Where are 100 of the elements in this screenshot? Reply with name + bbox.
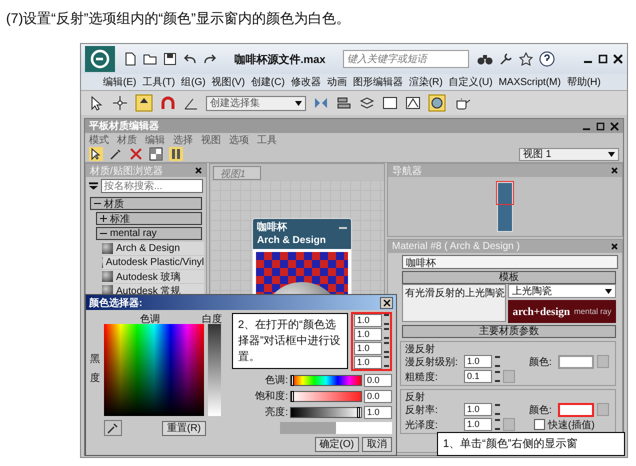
whiteness-bar[interactable] <box>208 324 221 416</box>
color-slider[interactable] <box>290 406 362 418</box>
menu-item[interactable]: 视图(V) <box>212 75 245 89</box>
menu-item[interactable]: 工具(T) <box>142 75 176 89</box>
menu-item[interactable]: 编辑 <box>145 132 165 146</box>
close-icon[interactable] <box>610 122 619 130</box>
cancel-button[interactable]: 取消 <box>362 437 392 452</box>
layout-icon[interactable] <box>169 147 183 161</box>
eyedropper-button[interactable] <box>104 420 122 436</box>
mirror-icon[interactable] <box>313 95 329 111</box>
save-icon[interactable] <box>163 52 177 66</box>
checkbox[interactable] <box>534 419 545 430</box>
star-icon[interactable] <box>519 52 533 66</box>
expand-toggle-icon[interactable] <box>94 200 101 207</box>
menu-item[interactable]: 组(G) <box>181 75 206 89</box>
slider-thumb[interactable] <box>356 406 360 418</box>
open-folder-icon[interactable] <box>143 52 157 66</box>
template-dropdown[interactable]: 上光陶瓷 <box>508 284 616 298</box>
search-field[interactable]: 按名称搜索... <box>101 179 203 193</box>
rollout-header[interactable]: 主要材质参数 <box>402 325 616 338</box>
material-editor-icon[interactable] <box>428 94 446 112</box>
hue-spectrum[interactable] <box>104 324 204 416</box>
viewport-frame[interactable] <box>496 181 514 205</box>
menu-item[interactable]: 动画 <box>326 75 347 89</box>
undo-icon[interactable] <box>183 52 197 66</box>
dropdown-arrow-icon[interactable] <box>295 100 302 106</box>
pick-tool-icon[interactable] <box>89 147 103 161</box>
color-swatch[interactable] <box>558 354 594 368</box>
menu-item[interactable]: 自定义(U) <box>448 75 493 89</box>
group-header[interactable]: 材质 <box>90 197 202 210</box>
move-tool-icon[interactable] <box>112 95 128 111</box>
close-icon[interactable] <box>613 54 623 64</box>
menu-item[interactable]: 帮助(H) <box>566 75 601 89</box>
number-spinner[interactable]: 0.0 <box>364 390 392 402</box>
channel-spinner[interactable]: 1.0 <box>354 328 382 341</box>
color-slider[interactable] <box>290 390 362 402</box>
template-list[interactable]: 有光滑反射的上光陶瓷 <box>402 284 506 322</box>
select-tool-icon[interactable] <box>89 95 105 111</box>
channel-spinner[interactable]: 1.0 <box>354 356 382 369</box>
maximize-icon[interactable] <box>596 122 605 130</box>
menu-item[interactable]: 工具 <box>257 132 277 146</box>
group-header[interactable]: 标准 <box>96 212 202 225</box>
selection-set-dropdown[interactable]: 创建选择集 <box>206 96 306 110</box>
search-field[interactable]: 键入关键字或短语 <box>343 50 469 68</box>
binoculars-icon[interactable] <box>477 52 493 66</box>
menu-item[interactable]: MAXScript(M) <box>498 76 561 88</box>
spinner-arrows-icon[interactable] <box>495 371 500 382</box>
slider-thumb[interactable] <box>291 390 294 402</box>
channel-spinner[interactable]: 1.0 <box>354 314 382 327</box>
maximize-icon[interactable] <box>598 54 608 64</box>
wrench-icon[interactable] <box>499 52 513 66</box>
slider-thumb[interactable] <box>291 374 294 386</box>
dropdown-arrow-icon[interactable] <box>605 288 612 294</box>
close-icon[interactable] <box>611 243 618 250</box>
spinner-arrows-icon[interactable] <box>384 356 389 367</box>
spinner-arrows-icon[interactable] <box>495 419 500 430</box>
close-button[interactable] <box>380 296 393 308</box>
menu-item[interactable]: 渲染(R) <box>408 75 443 89</box>
menu-item[interactable]: 选择 <box>173 132 193 146</box>
spinner-arrows-icon[interactable] <box>495 356 500 367</box>
menu-item[interactable]: 选项 <box>229 132 249 146</box>
magnet-icon[interactable] <box>160 95 176 111</box>
number-spinner[interactable]: 1.0 <box>364 406 392 418</box>
expand-toggle-icon[interactable] <box>100 230 107 237</box>
ok-button[interactable]: 确定(O) <box>314 437 359 452</box>
spinner-arrows-icon[interactable] <box>384 342 389 353</box>
menu-item[interactable]: 编辑(E) <box>103 75 136 89</box>
spinner-arrows-icon[interactable] <box>384 328 389 339</box>
number-spinner[interactable]: 1.0 <box>464 403 492 416</box>
number-spinner[interactable]: 1.0 <box>464 418 492 431</box>
number-spinner[interactable]: 1.0 <box>464 355 492 368</box>
menu-item[interactable]: 创建(C) <box>250 75 285 89</box>
menu-item[interactable]: 修改器 <box>290 75 321 89</box>
spinner-arrows-icon[interactable] <box>384 314 389 325</box>
eyedropper-icon[interactable] <box>109 147 123 161</box>
spinner-arrows-icon[interactable] <box>495 404 500 415</box>
menu-item[interactable]: 模式 <box>89 132 109 146</box>
menu-item[interactable]: 视图 <box>201 132 221 146</box>
curve-editor-icon[interactable] <box>405 95 421 111</box>
close-icon[interactable] <box>195 167 202 174</box>
app-logo-icon[interactable] <box>85 46 115 72</box>
checker-icon[interactable] <box>149 147 163 161</box>
window-icon[interactable] <box>382 95 398 111</box>
menu-item[interactable]: 材质 <box>117 132 137 146</box>
material-name-field[interactable]: 咖啡杯 <box>402 255 618 269</box>
align-icon[interactable] <box>336 95 352 111</box>
dropdown-arrow-icon[interactable] <box>608 152 615 156</box>
reset-button[interactable]: 重置(R) <box>162 420 206 436</box>
help-icon[interactable] <box>539 51 555 67</box>
number-spinner[interactable]: 0.0 <box>364 374 392 386</box>
expand-toggle-icon[interactable] <box>100 215 107 222</box>
channel-spinner[interactable]: 1.0 <box>354 342 382 355</box>
number-spinner[interactable]: 0.1 <box>464 370 492 383</box>
layers-icon[interactable] <box>359 95 375 111</box>
redo-icon[interactable] <box>203 52 217 66</box>
color-swatch[interactable] <box>558 402 594 416</box>
view-dropdown[interactable]: 视图 1 <box>519 148 619 160</box>
menu-item[interactable]: 图形编辑器 <box>352 75 403 89</box>
group-header[interactable]: mental ray <box>96 227 202 240</box>
new-file-icon[interactable] <box>123 52 137 66</box>
